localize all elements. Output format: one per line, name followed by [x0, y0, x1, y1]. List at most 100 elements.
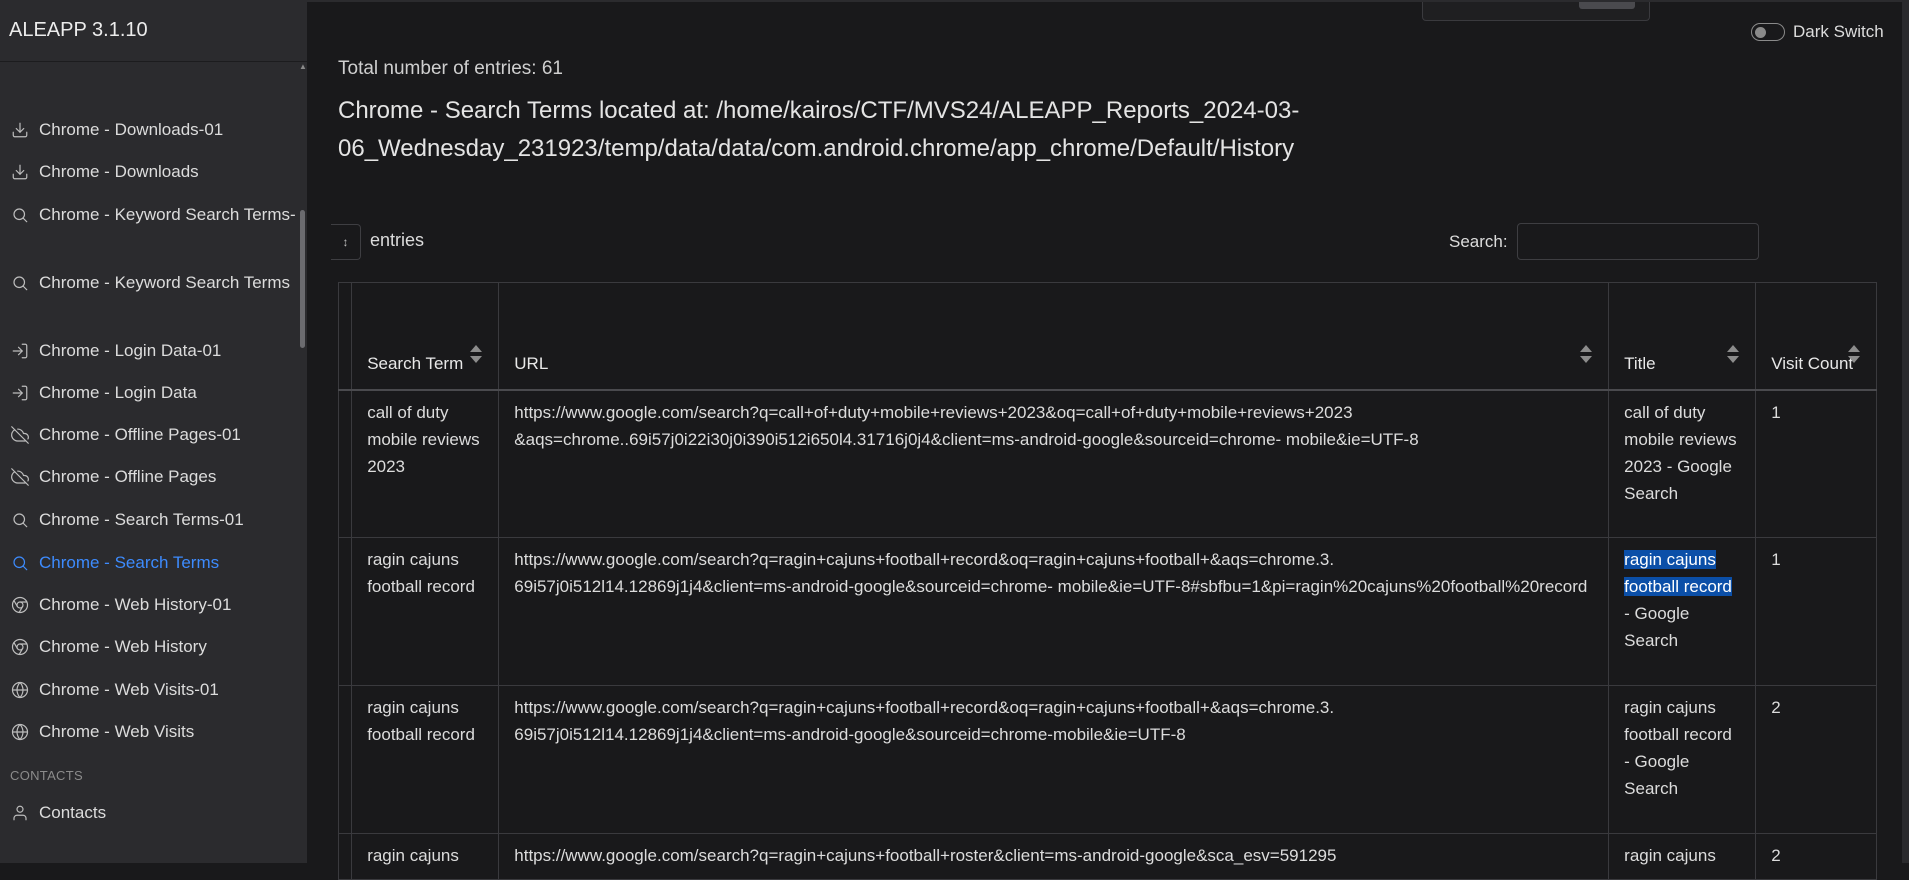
sidebar-item-chrome-login-data[interactable]: Chrome - Login Data [0, 378, 300, 408]
column-header-url[interactable]: URL [498, 282, 1610, 391]
table-header-stub [337, 282, 353, 391]
column-header-title[interactable]: Title [1608, 282, 1757, 391]
sidebar-item-chrome-web-visits-01[interactable]: Chrome - Web Visits-01 [0, 675, 300, 705]
column-header-label: URL [514, 353, 549, 373]
entries-label: entries [370, 230, 425, 250]
cloud-off-icon [10, 425, 30, 445]
column-header-visit-count[interactable]: Visit Count [1755, 282, 1877, 391]
user-icon [10, 803, 30, 823]
sidebar-item-label: Chrome - Web History-01 [39, 595, 232, 614]
sort-icon[interactable] [470, 344, 483, 363]
sidebar-item-label: Chrome - Downloads-01 [39, 120, 224, 139]
column-header-label: Search Term [367, 353, 464, 373]
cell-url: https://www.google.com/search?q=call+of+… [498, 389, 1610, 538]
cell-search-term: ragin cajuns football record [351, 537, 500, 686]
download-icon [10, 120, 30, 140]
sidebar-item-chrome-login-data-01[interactable]: Chrome - Login Data-01 [0, 336, 300, 366]
cell-search-term: ragin cajuns football record [351, 685, 500, 834]
sidebar-item-label: Chrome - Keyword Search Terms [39, 273, 290, 292]
sidebar-item-chrome-offline-pages-01[interactable]: Chrome - Offline Pages-01 [0, 420, 300, 450]
sidebar-header: ALEAPP 3.1.10 [0, 0, 307, 62]
sort-icon[interactable] [1580, 344, 1593, 363]
report-location: Chrome - Search Terms located at: /home/… [338, 97, 1300, 162]
log-in-icon [10, 341, 30, 361]
sort-icon[interactable] [1727, 344, 1740, 363]
scroll-up-icon[interactable]: ▲ [299, 62, 307, 72]
sidebar-scrollbar-thumb[interactable] [300, 210, 305, 348]
sidebar-item-chrome-search-terms[interactable]: Chrome - Search Terms [0, 548, 300, 578]
app-title[interactable]: ALEAPP 3.1.10 [9, 19, 148, 42]
sidebar-item-label: Chrome - Login Data [39, 383, 197, 402]
cell-visit-count: 1 [1755, 537, 1877, 686]
sidebar-item-chrome-web-history-01[interactable]: Chrome - Web History-01 [0, 590, 300, 620]
sidebar-item-label: Contacts [39, 803, 107, 822]
search-icon [10, 510, 30, 530]
sidebar: Chrome - Downloads-01 Chrome - Downloads… [0, 62, 307, 863]
sidebar-item-chrome-keyword-search-terms[interactable]: Chrome - Keyword Search Terms [0, 268, 300, 298]
log-in-icon [10, 383, 30, 403]
sidebar-item-label: Chrome - Web Visits [39, 722, 195, 741]
total-entries: Total number of entries: 61 [338, 58, 563, 79]
sidebar-item-label: Chrome - Keyword Search Terms- [39, 205, 296, 224]
cell-search-term: call of duty mobile reviews 2023 [351, 389, 500, 538]
globe-icon [10, 680, 30, 700]
dropdown-button[interactable] [1579, 2, 1635, 9]
table-header-row: Search Term URL Title Visit Count [337, 282, 1877, 391]
dropdown-panel [1422, 2, 1650, 21]
table-row[interactable]: ragin cajuns football record https://www… [337, 685, 1877, 834]
sidebar-item-chrome-downloads[interactable]: Chrome - Downloads [0, 157, 300, 187]
sidebar-item-chrome-search-terms-01[interactable]: Chrome - Search Terms-01 [0, 505, 300, 535]
cell-visit-count: 1 [1755, 389, 1877, 538]
search-input[interactable] [1517, 223, 1759, 260]
table-row[interactable]: ragin cajuns https://www.google.com/sear… [337, 833, 1877, 880]
dark-switch-toggle[interactable] [1751, 23, 1785, 41]
sidebar-item-label: Chrome - Login Data-01 [39, 341, 222, 360]
title-suffix: - Google Search [1624, 604, 1690, 650]
search-label: Search: [1449, 232, 1508, 251]
selected-text-highlight: ragin cajuns football record [1624, 550, 1732, 596]
cell-title: ragin cajuns [1608, 833, 1757, 880]
sidebar-item-label: Chrome - Search Terms [39, 553, 220, 572]
download-icon [10, 162, 30, 182]
page-scrollbar[interactable] [1902, 0, 1909, 863]
chrome-icon [10, 637, 30, 657]
globe-icon [10, 722, 30, 742]
table-row[interactable]: call of duty mobile reviews 2023 https:/… [337, 389, 1877, 538]
main-content: Dark Switch Total number of entries: 61 … [307, 0, 1909, 880]
entries-select[interactable]: ↕ [331, 224, 361, 260]
sidebar-item-chrome-downloads-01[interactable]: Chrome - Downloads-01 [0, 115, 300, 145]
table-cell-stub [337, 685, 353, 834]
table-row[interactable]: ragin cajuns football record https://www… [337, 537, 1877, 686]
sort-icon[interactable] [1848, 344, 1860, 363]
table-cell-stub [337, 833, 353, 880]
cloud-off-icon [10, 467, 30, 487]
sidebar-item-chrome-offline-pages[interactable]: Chrome - Offline Pages [0, 462, 300, 492]
sidebar-item-chrome-keyword-search-terms-01[interactable]: Chrome - Keyword Search Terms- [0, 200, 300, 230]
sidebar-section-contacts: CONTACTS [10, 768, 83, 783]
sidebar-scrollbar[interactable]: ▲ [299, 62, 307, 863]
sidebar-item-chrome-web-history[interactable]: Chrome - Web History [0, 632, 300, 662]
sidebar-item-label: Chrome - Web History [39, 637, 207, 656]
dark-switch[interactable]: Dark Switch [1751, 22, 1884, 42]
column-header-label: Title [1624, 353, 1656, 373]
sidebar-item-label: Chrome - Offline Pages [39, 467, 217, 486]
cell-url: https://www.google.com/search?q=ragin+ca… [498, 685, 1610, 834]
cell-title: call of duty mobile reviews 2023 - Googl… [1608, 389, 1757, 538]
sidebar-item-chrome-web-visits[interactable]: Chrome - Web Visits [0, 717, 300, 747]
column-header-search-term[interactable]: Search Term [351, 282, 500, 391]
table-cell-stub [337, 389, 353, 538]
search-icon [10, 553, 30, 573]
column-header-label: Visit Count [1771, 353, 1854, 373]
chrome-icon [10, 595, 30, 615]
sidebar-item-label: Chrome - Downloads [39, 162, 199, 181]
sidebar-item-label: Chrome - Offline Pages-01 [39, 425, 241, 444]
sidebar-item-label: Chrome - Search Terms-01 [39, 510, 244, 529]
table-cell-stub [337, 537, 353, 686]
cell-title: ragin cajuns football record - Google Se… [1608, 685, 1757, 834]
cell-title: ragin cajuns football record - Google Se… [1608, 537, 1757, 686]
sidebar-item-contacts[interactable]: Contacts [0, 798, 300, 828]
cell-url: https://www.google.com/search?q=ragin+ca… [498, 537, 1610, 686]
cell-search-term: ragin cajuns [351, 833, 500, 880]
sidebar-item-label: Chrome - Web Visits-01 [39, 680, 219, 699]
search-icon [10, 205, 30, 225]
